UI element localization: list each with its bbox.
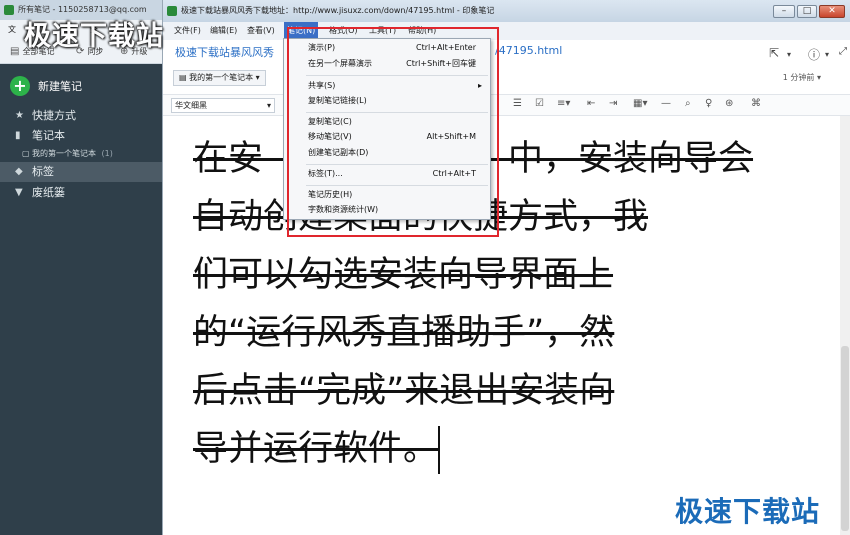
trash-icon: ▼ xyxy=(15,187,23,198)
last-edited-time[interactable]: 1 分钟前 ▾ xyxy=(783,72,821,83)
sidebar-item-notebooks[interactable]: ▮ 笔记本 xyxy=(0,126,162,146)
note-meta-row: ▤ 我的第一个笔记本 ▾ 1 分钟前 ▾ xyxy=(163,68,850,90)
chevron-down-icon[interactable]: ▾ xyxy=(825,50,829,59)
outdent-icon[interactable]: ⇥ xyxy=(609,98,617,109)
encrypt-icon[interactable]: ⊛ xyxy=(725,98,733,109)
format-toolbar: 华文细黑 ▾ ☰ ☑ ≡▾ ⇤ ⇥ ▦▾ — ⌕ ♀ ⊛ ⌘ xyxy=(163,94,850,116)
note-editor-window: 极速下载站暴风风秀下载地址：http://www.jisuxz.com/down… xyxy=(162,0,850,535)
bullet-list-icon[interactable]: ☰ xyxy=(513,98,522,109)
editor-menubar: 文件(F) 编辑(E) 查看(V) 笔记(N) 格式(O) 工具(T) 帮助(H… xyxy=(163,22,850,40)
notebook-small-icon: ▢ xyxy=(22,149,30,158)
note-text-line: 的“运行风秀直播助手”，然 xyxy=(193,313,615,353)
close-button[interactable]: ✕ xyxy=(819,5,845,18)
plus-icon: + xyxy=(10,76,30,96)
menu-edit[interactable]: 编辑(E) xyxy=(207,22,240,40)
sidebar-item-label: 废纸篓 xyxy=(32,186,65,199)
sidebar-item-trash[interactable]: ▼ 废纸篓 xyxy=(0,183,162,203)
watermark-top: 极速下载站 xyxy=(24,21,164,52)
checkbox-icon[interactable]: ☑ xyxy=(535,98,544,109)
chevron-down-icon: ▾ xyxy=(253,73,260,82)
watermark-bottom: 极速下载站 xyxy=(675,495,821,528)
maximize-button[interactable]: □ xyxy=(797,5,817,18)
highlight-annotation-box xyxy=(287,27,499,237)
note-title[interactable]: 极速下载站暴风风秀 xyxy=(175,44,274,60)
notes-icon: ▤ xyxy=(10,46,20,57)
chevron-down-icon: ▾ xyxy=(266,101,271,110)
note-text-line: 们可以勾选安装向导界面上 xyxy=(193,255,614,295)
sidebar-menu-file[interactable]: 文 xyxy=(8,20,16,40)
font-family-select[interactable]: 华文细黑 ▾ xyxy=(171,98,275,113)
star-icon: ★ xyxy=(15,110,24,121)
note-title-tail[interactable]: /47195.html xyxy=(495,44,562,57)
info-icon[interactable]: ⓘ xyxy=(808,46,820,63)
sidebar-item-label: 我的第一个笔记本 xyxy=(32,149,96,158)
chevron-down-icon[interactable]: ▾ xyxy=(787,50,791,59)
sidebar-window-title: 所有笔记 - 1150258713@qq.com xyxy=(18,5,147,14)
align-icon[interactable]: ≡▾ xyxy=(557,98,570,109)
menu-file[interactable]: 文件(F) xyxy=(171,22,204,40)
evernote-app-icon xyxy=(4,5,14,15)
sidebar-item-label: 快捷方式 xyxy=(32,109,76,122)
notebook-sidebar-window: 所有笔记 - 1150258713@qq.com 文 查 ▤ 全部笔记 ⟳ 同步… xyxy=(0,0,162,535)
notebook-selector[interactable]: ▤ 我的第一个笔记本 ▾ xyxy=(173,70,266,86)
editor-scrollbar[interactable] xyxy=(840,116,850,535)
sidebar-item-label: 笔记本 xyxy=(32,129,65,142)
evernote-app-icon xyxy=(167,6,177,16)
new-note-label: 新建笔记 xyxy=(38,80,82,93)
sidebar-item-tags[interactable]: ◆ 标签 xyxy=(0,162,162,182)
text-caret xyxy=(438,426,441,474)
note-text-line: 导并运行软件。 xyxy=(193,429,439,469)
scrollbar-thumb[interactable] xyxy=(841,346,849,531)
notebook-selector-label: 我的第一个笔记本 xyxy=(189,73,254,82)
notebook-icon: ▤ xyxy=(179,73,190,82)
editor-window-title: 极速下载站暴风风秀下载地址：http://www.jisuxz.com/down… xyxy=(181,6,495,15)
notebook-count: (1) xyxy=(101,149,113,158)
shortcut-key-icon[interactable]: ⌘ xyxy=(751,98,761,109)
attachment-icon[interactable]: ⌕ xyxy=(685,98,691,109)
new-note-button[interactable]: + 新建笔记 xyxy=(10,74,82,98)
sidebar-item-shortcuts[interactable]: ★ 快捷方式 xyxy=(0,106,162,126)
editor-titlebar: 极速下载站暴风风秀下载地址：http://www.jisuxz.com/down… xyxy=(163,0,850,22)
horizontal-rule-icon[interactable]: — xyxy=(661,98,671,109)
note-text-line: 后点击“完成”来退出安装向 xyxy=(193,371,615,411)
time-ago-label: 1 分钟前 xyxy=(782,73,815,82)
indent-icon[interactable]: ⇤ xyxy=(587,98,595,109)
table-icon[interactable]: ▦▾ xyxy=(633,98,647,109)
record-icon[interactable]: ♀ xyxy=(705,98,712,109)
minimize-button[interactable]: – xyxy=(773,5,795,18)
sidebar-item-label: 标签 xyxy=(32,165,54,178)
notebook-icon: ▮ xyxy=(15,130,21,141)
tag-icon: ◆ xyxy=(15,166,23,177)
font-family-label: 华文细黑 xyxy=(175,101,207,110)
sidebar-item-my-first-notebook[interactable]: ▢ 我的第一个笔记本 (1) xyxy=(0,144,162,164)
expand-icon[interactable]: ⤢ xyxy=(839,46,847,57)
menu-view[interactable]: 查看(V) xyxy=(244,22,278,40)
share-note-icon[interactable]: ⇱ xyxy=(769,46,779,60)
